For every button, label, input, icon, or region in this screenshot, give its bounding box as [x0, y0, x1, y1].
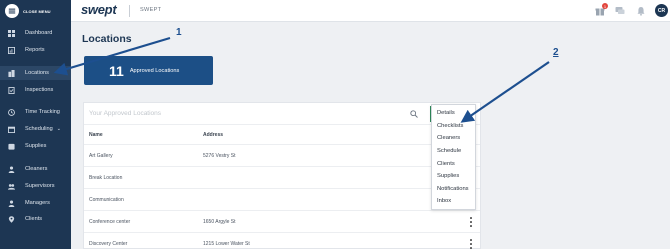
row-actions-menu: Details Checklists Cleaners Schedule Cli…: [431, 104, 476, 210]
hamburger-icon[interactable]: [5, 4, 19, 18]
sidebar-item-reports[interactable]: Reports: [0, 43, 71, 57]
sidebar-item-inspections[interactable]: Inspections: [0, 83, 71, 97]
top-bar: swept SWEPT 1 CR: [71, 0, 670, 22]
gift-button[interactable]: 1: [594, 3, 608, 17]
menu-item-schedule[interactable]: Schedule: [432, 145, 475, 158]
chevron-down-icon[interactable]: ⌄: [57, 126, 61, 132]
clock-icon: [7, 108, 15, 116]
search-icon[interactable]: [410, 110, 418, 118]
sidebar-item-label: Reports: [25, 47, 45, 53]
logo-divider: [129, 5, 130, 17]
dashboard-icon: [7, 29, 15, 37]
annotation-number-2: 2: [553, 47, 559, 58]
avatar[interactable]: CR: [655, 4, 668, 17]
location-name: Break Location: [89, 174, 123, 181]
approved-locations-card[interactable]: 11 Approved Locations: [84, 56, 213, 85]
chat-button[interactable]: [614, 5, 626, 17]
approved-count: 11: [109, 62, 124, 79]
pin-icon: [7, 215, 15, 223]
sidebar-item-label: Inspections: [25, 87, 54, 93]
table-row[interactable]: Discovery Center 1215 Lower Water St: [84, 233, 480, 249]
sidebar-item-label: Dashboard: [25, 30, 53, 36]
table-row[interactable]: Art Gallery 5276 Vestry St: [84, 145, 480, 167]
table-row[interactable]: Break Location: [84, 167, 480, 189]
table-row[interactable]: Communication: [84, 189, 480, 211]
reports-icon: [7, 46, 15, 54]
sidebar-item-managers[interactable]: Managers: [0, 196, 71, 210]
sidebar-item-supervisors[interactable]: Supervisors: [0, 179, 71, 193]
locations-panel: Name Address Art Gallery 5276 Vestry St …: [83, 102, 481, 249]
bell-icon: [637, 7, 645, 16]
menu-item-checklists[interactable]: Checklists: [432, 120, 475, 133]
table-row[interactable]: Conference center 1650 Argyle St: [84, 211, 480, 233]
sidebar-item-label: Supplies: [25, 143, 47, 149]
menu-item-cleaners[interactable]: Cleaners: [432, 132, 475, 145]
app-logo[interactable]: swept: [81, 2, 117, 17]
manager-icon: [7, 199, 15, 207]
approved-label: Approved Locations: [129, 67, 180, 74]
sidebar-item-locations[interactable]: Locations: [0, 66, 71, 80]
menu-item-inbox[interactable]: Inbox: [432, 195, 475, 208]
calendar-icon: [7, 125, 15, 133]
search-bar: [84, 103, 480, 125]
sidebar-item-dashboard[interactable]: Dashboard: [0, 26, 71, 40]
page-title: Locations: [82, 33, 132, 45]
menu-item-details[interactable]: Details: [432, 107, 475, 120]
chat-icon: [615, 7, 625, 14]
supplies-icon: [7, 142, 15, 150]
notification-badge: 1: [602, 3, 608, 9]
column-header-name[interactable]: Name: [84, 132, 203, 138]
sidebar-item-clients[interactable]: Clients: [0, 212, 71, 226]
group-icon: [7, 182, 15, 190]
close-menu-toggle[interactable]: CLOSE MENU: [0, 0, 71, 22]
sidebar-item-label: Time Tracking: [25, 109, 60, 115]
menu-item-supplies[interactable]: Supplies: [432, 170, 475, 183]
location-name: Communication: [89, 196, 124, 203]
menu-item-clients[interactable]: Clients: [432, 157, 475, 170]
sidebar-item-label: Locations: [25, 70, 49, 76]
sidebar-item-time-tracking[interactable]: Time Tracking: [0, 105, 71, 119]
annotation-number-1: 1: [176, 27, 182, 38]
location-address: 1650 Argyle St: [203, 218, 236, 225]
search-input[interactable]: [89, 110, 389, 117]
sidebar-item-scheduling[interactable]: Scheduling ⌄: [0, 122, 71, 136]
column-header-address[interactable]: Address: [203, 132, 453, 138]
menu-item-notifications[interactable]: Notifications: [432, 183, 475, 196]
location-name: Conference center: [89, 218, 131, 225]
row-actions-kebab-icon[interactable]: [469, 239, 473, 249]
location-address: 5276 Vestry St: [203, 152, 236, 159]
location-name: Art Gallery: [89, 152, 113, 159]
inspections-icon: [7, 86, 15, 94]
sidebar-item-label: Clients: [25, 216, 43, 222]
sidebar-item-label: Supervisors: [25, 183, 55, 189]
location-name: Discovery Center: [89, 240, 128, 247]
locations-icon: [7, 69, 15, 77]
sidebar: CLOSE MENU Dashboard Reports Locations I…: [0, 0, 71, 249]
sidebar-item-label: Managers: [25, 200, 50, 206]
sidebar-item-supplies[interactable]: Supplies: [0, 139, 71, 153]
close-menu-label[interactable]: CLOSE MENU: [23, 9, 51, 14]
sidebar-item-label: Scheduling: [25, 126, 53, 132]
bell-button[interactable]: [635, 5, 647, 17]
location-address: 1215 Lower Water St: [203, 240, 250, 247]
sidebar-item-label: Cleaners: [25, 166, 48, 172]
person-icon: [7, 165, 15, 173]
tenant-name: SWEPT: [140, 7, 162, 13]
row-actions-kebab-icon[interactable]: [469, 217, 473, 227]
sidebar-item-cleaners[interactable]: Cleaners: [0, 162, 71, 176]
table-header: Name Address: [84, 125, 480, 145]
